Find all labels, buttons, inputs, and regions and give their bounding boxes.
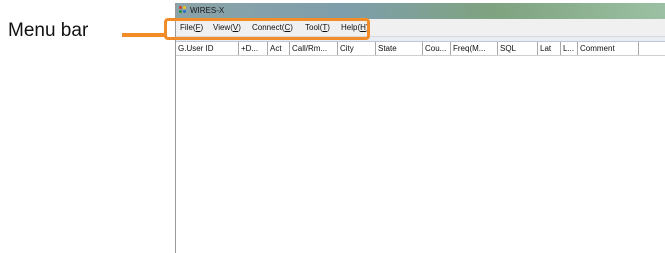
column-header-lat[interactable]: Lat xyxy=(538,42,561,55)
menu-bar-highlight xyxy=(164,18,370,40)
column-header-long[interactable]: L... xyxy=(561,42,578,55)
column-header-act[interactable]: Act xyxy=(268,42,290,55)
column-header-user-id[interactable]: G.User ID xyxy=(176,42,239,55)
window-title: WIRES-X xyxy=(190,6,225,15)
app-window: WIRES-X File(F) View(V) Connect(C) Tool(… xyxy=(164,3,665,253)
title-bar[interactable]: WIRES-X xyxy=(176,3,665,19)
column-header-state[interactable]: State xyxy=(376,42,423,55)
wires-x-app-icon xyxy=(179,6,187,15)
callout-line xyxy=(122,33,166,37)
column-header-sql[interactable]: SQL xyxy=(498,42,538,55)
column-header-country[interactable]: Cou... xyxy=(423,42,451,55)
list-column-header: G.User ID +D... Act Call/Rm... City Stat… xyxy=(176,42,665,56)
column-header-call-room[interactable]: Call/Rm... xyxy=(290,42,338,55)
column-header-comment[interactable]: Comment xyxy=(578,42,639,55)
column-header-d[interactable]: +D... xyxy=(239,42,268,55)
column-header-frequency[interactable]: Freq(M... xyxy=(451,42,498,55)
column-header-city[interactable]: City xyxy=(338,42,376,55)
menu-bar-callout-label: Menu bar xyxy=(8,20,89,41)
